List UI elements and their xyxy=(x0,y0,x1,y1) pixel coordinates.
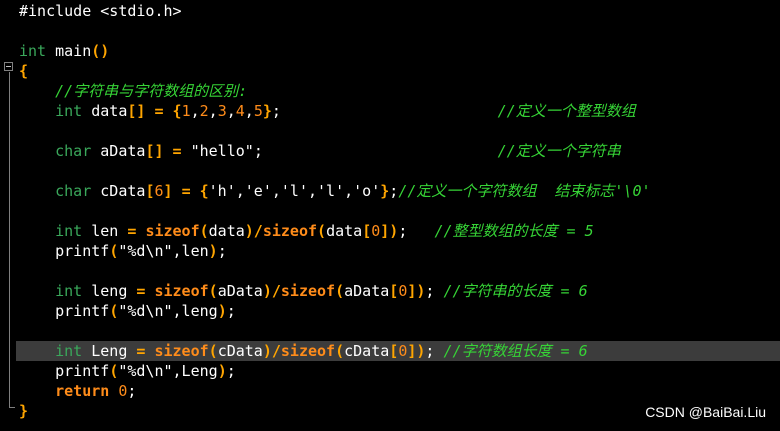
main-signature: int main() xyxy=(19,42,110,60)
operator: () xyxy=(91,42,110,60)
comment: //字符数组长度 = 6 xyxy=(443,342,588,360)
comment: //整型数组的长度 = 5 xyxy=(434,222,594,240)
code-line[interactable]: printf("%d\n",leng); xyxy=(19,301,780,321)
keyword: char xyxy=(55,142,92,160)
fold-toggle-icon[interactable] xyxy=(4,62,13,71)
preprocessor-directive: #include <stdio.h> xyxy=(19,2,182,20)
code-line[interactable]: printf("%d\n",Leng); xyxy=(19,361,780,381)
keyword: int xyxy=(55,342,83,360)
code-editor[interactable]: #include <stdio.h> int main() { //字符串与字符… xyxy=(0,0,780,431)
keyword-return: return xyxy=(55,382,110,400)
open-brace: { xyxy=(19,62,29,80)
comment: //定义一个字符串 xyxy=(497,142,621,160)
keyword: char xyxy=(55,182,92,200)
code-line[interactable]: int main() xyxy=(19,41,780,61)
keyword: int xyxy=(19,42,47,60)
code-line[interactable]: printf("%d\n",len); xyxy=(19,241,780,261)
code-line[interactable]: char aData[] = "hello"; //定义一个字符串 xyxy=(19,141,780,161)
keyword: int xyxy=(55,102,83,120)
code-line[interactable]: int len = sizeof(data)/sizeof(data[0]); … xyxy=(19,221,780,241)
fold-guide-line xyxy=(9,72,10,407)
comment: //定义一个整型数组 xyxy=(497,102,636,120)
keyword: int xyxy=(55,282,83,300)
close-brace: } xyxy=(19,402,29,420)
keyword: int xyxy=(55,222,83,240)
fold-gutter xyxy=(4,60,16,415)
code-line[interactable]: return 0; xyxy=(19,381,780,401)
code-line[interactable]: char cData[6] = {'h','e','l','l','o'};//… xyxy=(19,181,780,201)
code-line[interactable]: { xyxy=(19,61,780,81)
code-line[interactable]: #include <stdio.h> xyxy=(19,1,780,21)
comment: //字符串与字符数组的区别: xyxy=(55,82,248,100)
watermark: CSDN @BaiBai.Liu xyxy=(645,404,766,420)
fold-end-marker xyxy=(9,407,15,408)
code-line-current[interactable]: int Leng = sizeof(cData)/sizeof(cData[0]… xyxy=(16,341,780,361)
code-line[interactable]: //字符串与字符数组的区别: xyxy=(19,81,780,101)
code-line[interactable]: int data[] = {1,2,3,4,5}; //定义一个整型数组 xyxy=(19,101,780,121)
comment: //字符串的长度 = 6 xyxy=(443,282,588,300)
code-line[interactable]: int leng = sizeof(aData)/sizeof(aData[0]… xyxy=(19,281,780,301)
comment: //定义一个字符数组 结束标志'\0' xyxy=(398,182,651,200)
